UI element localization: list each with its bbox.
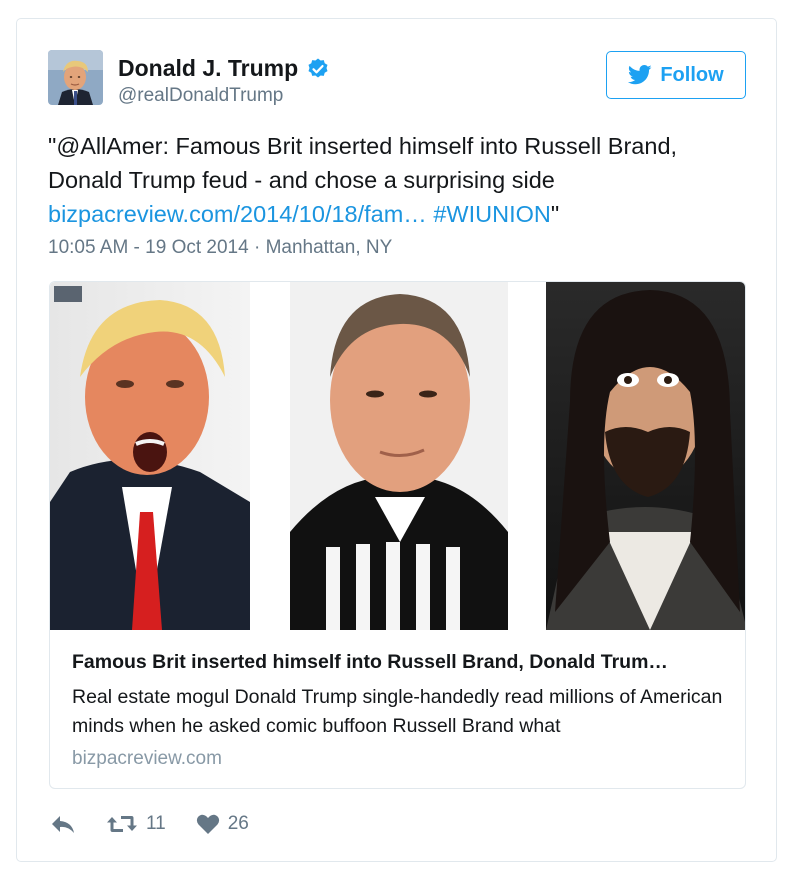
tweet-card: Donald J. Trump @realDonaldTrump Follow … [16,18,777,862]
link-preview-card[interactable]: Famous Brit inserted himself into Russel… [49,281,746,789]
user-handle[interactable]: @realDonaldTrump [118,85,283,107]
card-title[interactable]: Famous Brit inserted himself into Russel… [72,651,732,674]
card-image[interactable] [50,282,746,630]
tweet-link[interactable]: bizpacreview.com/2014/10/18/fam… [48,201,427,227]
tweet-timestamp[interactable]: 10:05 AM - 19 Oct 2014 · Manhattan, NY [48,237,392,259]
card-domain: bizpacreview.com [72,748,222,769]
tweet-text: "@AllAmer: Famous Brit inserted himself … [48,129,748,231]
card-description: Real estate mogul Donald Trump single-ha… [72,686,723,737]
tweet-text-end: " [550,201,560,227]
heart-icon [196,814,219,834]
follow-label: Follow [660,63,724,86]
avatar[interactable] [48,50,103,105]
like-button[interactable]: 26 [196,813,249,835]
tweet-body: "@AllAmer: Famous Brit inserted himself … [48,133,678,193]
hashtag-link[interactable]: #WIUNION [433,201,551,227]
reply-icon [52,816,74,833]
reply-button[interactable] [50,813,76,835]
verified-badge-icon [308,58,328,77]
display-name[interactable]: Donald J. Trump [118,55,330,82]
retweet-count: 11 [146,813,166,834]
retweet-icon [107,816,137,832]
display-name-text[interactable]: Donald J. Trump [118,55,298,82]
like-count: 26 [227,813,249,834]
follow-button[interactable]: Follow [606,51,746,99]
tweet-actions: 11 26 [50,813,249,835]
twitter-bird-icon [628,65,652,85]
retweet-button[interactable]: 11 [106,813,166,835]
